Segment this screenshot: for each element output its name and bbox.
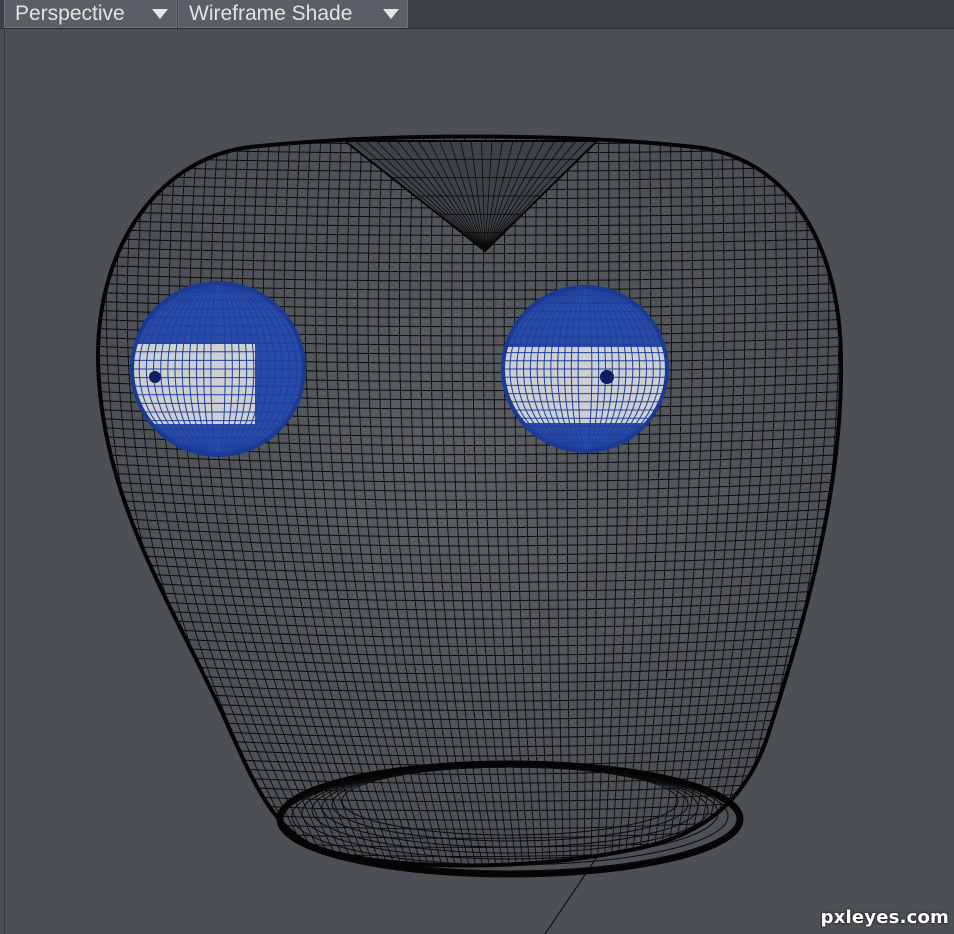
viewport-toolbar: Perspective Wireframe Shade [0,0,954,29]
chevron-down-icon [152,9,168,19]
3d-viewport[interactable]: pxleyes.com [4,29,954,934]
watermark: pxleyes.com [820,907,949,928]
right-eye-sphere [501,285,669,453]
shading-mode-dropdown[interactable]: Wireframe Shade [178,0,408,28]
shading-mode-label: Wireframe Shade [189,2,353,25]
view-mode-dropdown[interactable]: Perspective [4,0,177,28]
wireframe-scene [95,134,844,934]
chevron-down-icon [383,9,399,19]
view-mode-label: Perspective [15,2,125,25]
